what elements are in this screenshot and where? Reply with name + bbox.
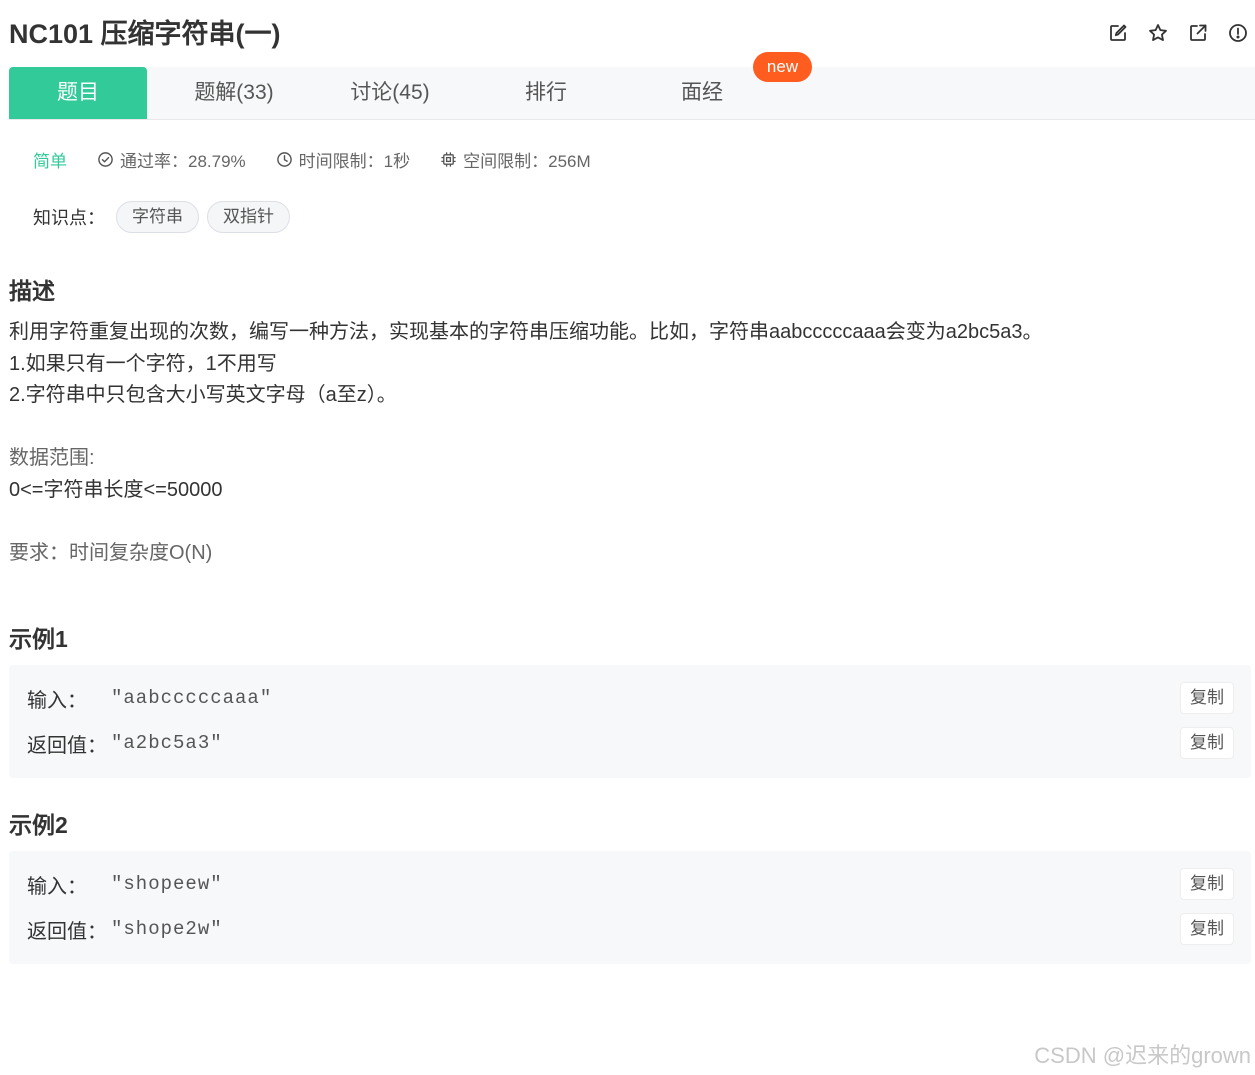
chip-icon (441, 151, 456, 167)
time-limit-text: 时间限制：1秒 (298, 151, 411, 171)
knowledge-points: 知识点： 字符串 双指针 (33, 201, 290, 233)
problem-title: NC101 压缩字符串(一) (9, 19, 281, 49)
difficulty-badge: 简单 (33, 151, 67, 171)
example-1-output-row: 返回值： "a2bc5a3" (27, 728, 223, 758)
tab-discussion[interactable]: 讨论(45) (320, 67, 460, 119)
description-heading: 描述 (9, 278, 55, 304)
input-label: 输入： (27, 875, 87, 898)
input-value: "aabcccccaaa" (111, 687, 273, 709)
input-label: 输入： (27, 689, 87, 712)
edit-icon[interactable] (1107, 22, 1129, 44)
input-value: "shopeew" (111, 873, 223, 895)
tab-problem[interactable]: 题目 (9, 67, 147, 119)
example-1-box: 输入： "aabcccccaaa" 复制 返回值： "a2bc5a3" 复制 (9, 665, 1251, 778)
example-2-input-row: 输入： "shopeew" (27, 869, 223, 899)
tab-solutions[interactable]: 题解(33) (164, 67, 304, 119)
data-range-label: 数据范围: (9, 447, 95, 469)
output-label: 返回值： (27, 920, 107, 943)
clock-icon (276, 151, 292, 167)
example-1-heading: 示例1 (9, 626, 68, 652)
report-icon[interactable] (1227, 22, 1249, 44)
example-2-heading: 示例2 (9, 812, 68, 838)
tab-ranking[interactable]: 排行 (476, 67, 616, 119)
data-range-value: 0<=字符串长度<=50000 (9, 478, 223, 501)
time-limit: 时间限制：1秒 (276, 147, 410, 172)
description-line: 1.如果只有一个字符，1不用写 (9, 352, 277, 375)
new-badge: new (753, 52, 812, 82)
check-circle-icon (98, 151, 113, 167)
copy-input-button[interactable]: 复制 (1180, 682, 1234, 714)
star-icon[interactable] (1147, 22, 1169, 44)
description-line: 2.字符串中只包含大小写英文字母（a至z）。 (9, 384, 397, 406)
copy-output-button[interactable]: 复制 (1180, 913, 1234, 945)
watermark: CSDN @迟来的grown (1034, 1043, 1251, 1068)
problem-meta: 简单 通过率：28.79% 时间限制：1秒 空间限制：256M (33, 146, 621, 172)
example-2-output-row: 返回值： "shope2w" (27, 914, 223, 944)
output-label: 返回值： (27, 734, 107, 757)
header-actions (1107, 22, 1249, 44)
output-value: "a2bc5a3" (111, 732, 223, 754)
tab-interview[interactable]: 面经 (632, 67, 772, 119)
complexity-requirement: 要求：时间复杂度O(N) (9, 541, 213, 564)
space-limit-text: 空间限制：256M (463, 151, 591, 171)
pass-rate-text: 通过率：28.79% (120, 151, 246, 171)
description-body: 利用字符重复出现的次数，编写一种方法，实现基本的字符串压缩功能。比如，字符串aa… (9, 317, 1249, 569)
example-2-box: 输入： "shopeew" 复制 返回值： "shope2w" 复制 (9, 851, 1251, 964)
space-limit: 空间限制：256M (440, 147, 591, 172)
output-value: "shope2w" (111, 918, 223, 940)
external-link-icon[interactable] (1187, 22, 1209, 44)
example-1-input-row: 输入： "aabcccccaaa" (27, 683, 272, 713)
copy-input-button[interactable]: 复制 (1180, 868, 1234, 900)
tab-bar: 题目 题解(33) 讨论(45) 排行 面经 new (9, 52, 1255, 120)
problem-header: NC101 压缩字符串(一) (9, 16, 1249, 52)
description-line: 利用字符重复出现的次数，编写一种方法，实现基本的字符串压缩功能。比如，字符串aa… (9, 321, 1043, 343)
tag-string[interactable]: 字符串 (116, 201, 199, 233)
pass-rate: 通过率：28.79% (97, 147, 246, 172)
tag-two-pointers[interactable]: 双指针 (207, 201, 290, 233)
knowledge-label: 知识点： (33, 208, 105, 228)
copy-output-button[interactable]: 复制 (1180, 727, 1234, 759)
